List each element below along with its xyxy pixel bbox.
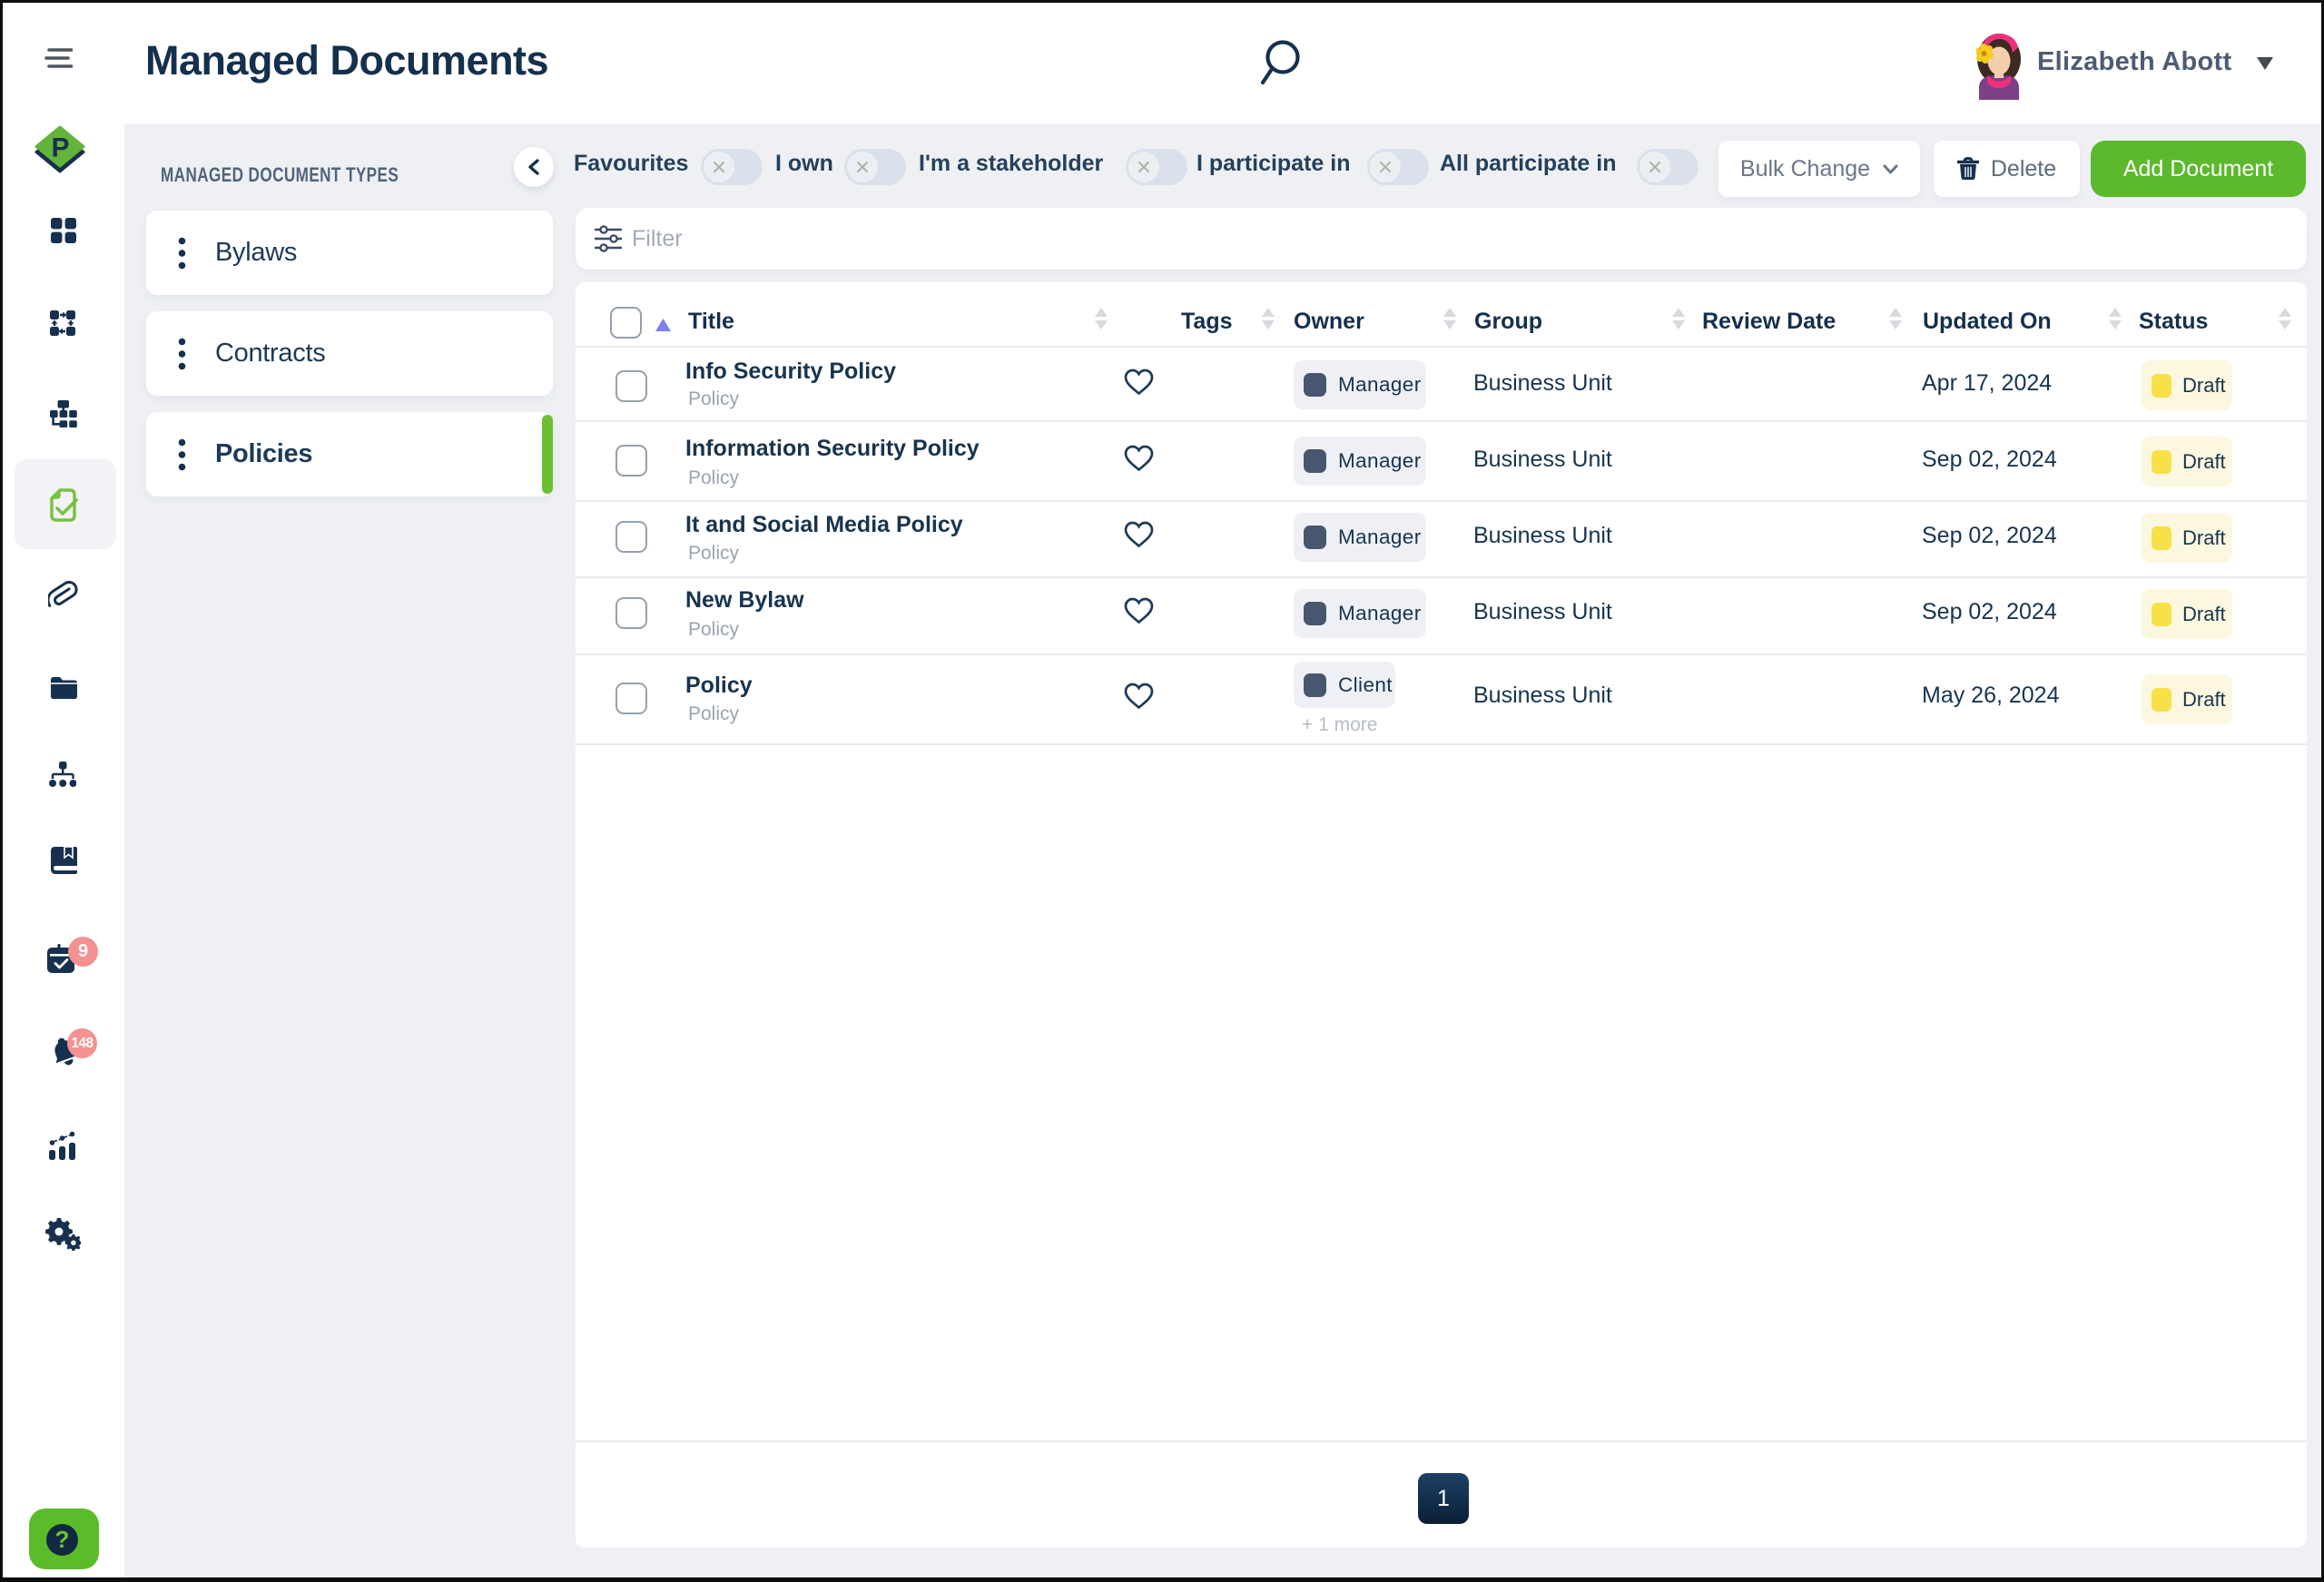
svg-text:P: P <box>51 133 69 163</box>
